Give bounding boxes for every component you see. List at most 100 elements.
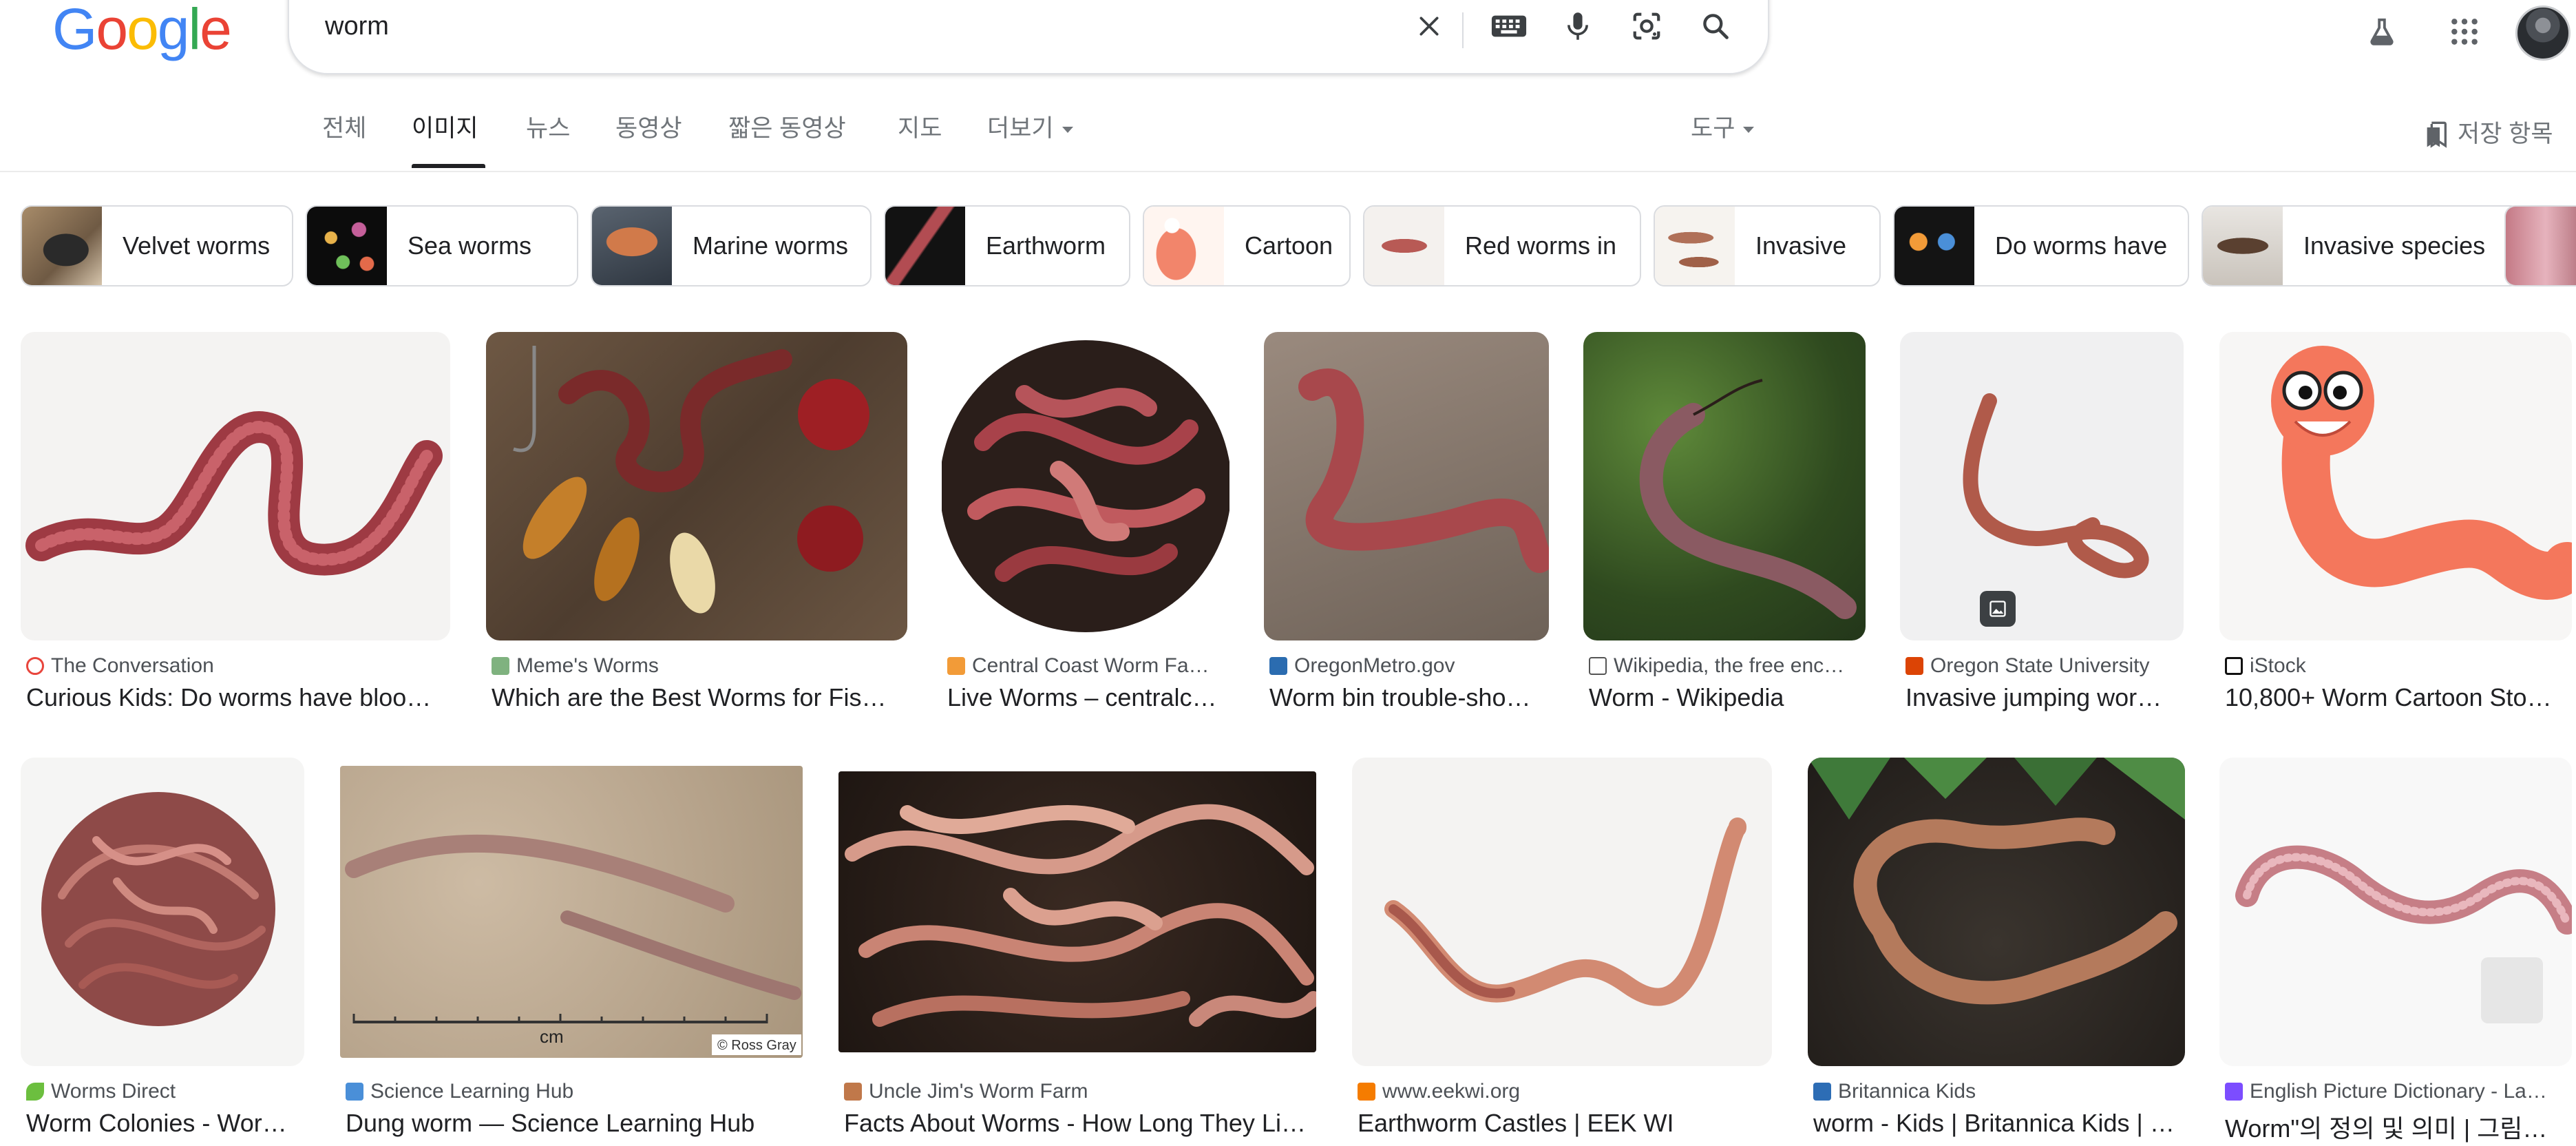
tab-maps[interactable]: 지도 [898,112,942,146]
chip-label: Invasive [1755,231,1847,260]
chip-label: Velvet worms [123,231,271,260]
chip-earthworm[interactable]: Earthworm [884,205,1130,286]
site-favicon [1358,1083,1375,1101]
source-name: Britannica Kids [1838,1080,1976,1103]
result-title[interactable]: Worm Colonies - Wor… [26,1109,307,1138]
result-source[interactable]: OregonMetro.gov [1269,654,1552,678]
tab-short-videos[interactable]: 짧은 동영상 [728,112,846,146]
site-favicon [1905,657,1923,675]
chip-more[interactable] [2504,205,2576,286]
chip-do-worms-have[interactable]: Do worms have [1893,205,2189,286]
result-title[interactable]: worm - Kids | Britannica Kids | … [1813,1109,2188,1138]
chip-marine-worms[interactable]: Marine worms [591,205,872,286]
chip-thumbnail [1894,207,1974,285]
result-image[interactable] [486,332,907,640]
chip-label: Cartoon [1245,231,1333,260]
result-source[interactable]: Britannica Kids [1813,1080,2188,1103]
result-image[interactable] [21,332,450,640]
chip-sea-worms[interactable]: Sea worms [306,205,578,286]
result-image[interactable]: © Ross Gray cm [340,766,803,1058]
tools-button[interactable]: 도구 [1691,112,1755,146]
source-name: Meme's Worms [516,654,659,677]
result-source[interactable]: iStock [2225,654,2575,678]
result-title[interactable]: 10,800+ Worm Cartoon Sto… [2225,683,2575,712]
result-title[interactable]: Worm - Wikipedia [1589,683,1868,712]
chip-label: Invasive species [2303,231,2486,260]
chip-cartoon[interactable]: Cartoon [1143,205,1351,286]
chip-thumbnail [592,207,672,285]
tab-images[interactable]: 이미지 [412,112,478,146]
saved-items-button[interactable]: 저장 항목 [2425,117,2553,152]
chip-label: Marine worms [693,231,849,260]
result-title[interactable]: Curious Kids: Do worms have bloo… [26,683,453,712]
result-title[interactable]: Dung worm — Science Learning Hub [346,1109,805,1138]
saved-items-label: 저장 항목 [2458,121,2553,147]
search-icon[interactable] [1695,6,1736,47]
chip-thumbnail [22,207,102,285]
apps-grid-icon[interactable] [2442,10,2487,54]
tab-videos[interactable]: 동영상 [615,112,682,146]
result-source[interactable]: Wikipedia, the free enc… [1589,654,1868,678]
result-source[interactable]: www.eekwi.org [1358,1080,1775,1103]
tab-news[interactable]: 뉴스 [526,112,570,146]
tab-more-label: 더보기 [987,115,1054,142]
result-source[interactable]: The Conversation [26,654,453,678]
search-input[interactable]: worm [325,8,389,44]
chip-invasive-species[interactable]: Invasive species [2202,205,2521,286]
site-favicon [844,1083,862,1101]
result-source[interactable]: Worms Direct [26,1080,307,1103]
result-image[interactable] [21,758,304,1066]
result-image[interactable] [1264,332,1549,640]
account-avatar[interactable] [2515,6,2570,61]
result-image[interactable] [1583,332,1866,640]
result-image[interactable] [2219,332,2572,640]
result-source[interactable]: Meme's Worms [492,654,910,678]
source-name: Science Learning Hub [370,1080,574,1103]
result-image[interactable] [838,771,1316,1052]
related-searches-chips: Velvet worms Sea worms Marine worms Eart… [21,205,2576,288]
keyboard-icon[interactable] [1488,6,1530,47]
close-icon[interactable] [1408,6,1450,47]
result-title[interactable]: Live Worms – centralc… [947,683,1232,712]
result-title[interactable]: Worm bin trouble-sho… [1269,683,1552,712]
site-favicon [492,657,509,675]
result-title[interactable]: Earthworm Castles | EEK WI [1358,1109,1775,1138]
result-image[interactable] [1900,332,2184,640]
result-image[interactable] [1808,758,2185,1066]
chip-label: Red worms in [1465,231,1617,260]
flask-icon[interactable] [2360,10,2404,54]
source-name: English Picture Dictionary - La… [2250,1080,2547,1103]
search-box[interactable]: worm [288,0,1769,74]
result-image[interactable] [2219,758,2572,1066]
microphone-icon[interactable] [1557,6,1598,47]
result-source[interactable]: Uncle Jim's Worm Farm [844,1080,1319,1103]
chip-velvet-worms[interactable]: Velvet worms [21,205,293,286]
site-favicon [26,657,44,675]
result-image[interactable] [1352,758,1772,1066]
result-title[interactable]: Facts About Worms - How Long They Li… [844,1109,1319,1138]
source-name: OregonMetro.gov [1294,654,1455,677]
chip-invasive[interactable]: Invasive [1654,205,1881,286]
result-source[interactable]: English Picture Dictionary - La… [2225,1080,2575,1103]
tools-label: 도구 [1691,115,1735,142]
result-source[interactable]: Science Learning Hub [346,1080,805,1103]
google-logo[interactable]: G o o g l e [52,0,232,58]
source-name: Oregon State University [1930,654,2150,677]
source-name: www.eekwi.org [1382,1080,1521,1103]
source-name: Worms Direct [51,1080,176,1103]
result-title[interactable]: Invasive jumping wor… [1905,683,2186,712]
result-image[interactable] [942,332,1229,640]
site-favicon [1269,657,1287,675]
tab-all[interactable]: 전체 [322,112,366,146]
site-favicon [1589,657,1607,675]
result-source[interactable]: Oregon State University [1905,654,2186,678]
camera-lens-icon[interactable] [1626,6,1667,47]
chip-red-worms-in[interactable]: Red worms in [1363,205,1641,286]
result-title[interactable]: Which are the Best Worms for Fis… [492,683,910,712]
result-source[interactable]: Central Coast Worm Fa… [947,654,1232,678]
source-name: Wikipedia, the free enc… [1614,654,1845,677]
site-favicon [2225,657,2243,675]
tab-more[interactable]: 더보기 [987,112,1073,146]
result-title[interactable]: Worm"의 정의 및 의미 | 그림… [2225,1109,2575,1145]
chip-thumbnail [885,207,965,285]
